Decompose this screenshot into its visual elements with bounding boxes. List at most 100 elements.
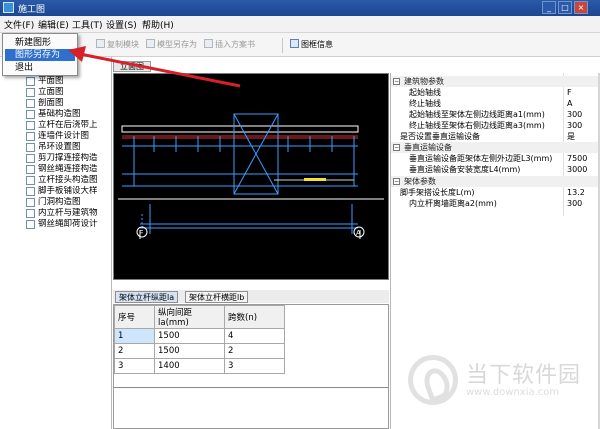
- save-model-as-button[interactable]: 模型另存为: [146, 39, 197, 50]
- table-cell[interactable]: 3: [224, 358, 285, 374]
- copy-module-button[interactable]: 复制模块: [96, 39, 139, 50]
- frame-icon: [290, 39, 299, 48]
- property-value[interactable]: F: [567, 87, 572, 98]
- checkbox[interactable]: [26, 165, 35, 174]
- property-value[interactable]: 300: [567, 120, 582, 131]
- property-row[interactable]: 终止轴线至架体右侧边线距离a3(mm) 300: [391, 120, 600, 131]
- tree-item[interactable]: 平面图: [4, 76, 110, 87]
- property-key: 脚手架搭设长度L(m): [400, 188, 475, 197]
- tree-item[interactable]: 立杆在后浇带上: [4, 120, 110, 131]
- file-menu-dropdown: 新建图形 图形另存为 退出: [2, 33, 78, 76]
- tab-lb-spacing[interactable]: 架体立杆横距lb: [185, 291, 249, 303]
- category-building[interactable]: − 建筑物参数: [391, 76, 600, 87]
- menu-item-save-drawing-as[interactable]: 图形另存为: [5, 49, 75, 61]
- table-cell[interactable]: 1: [114, 328, 155, 344]
- table-cell[interactable]: 1500: [154, 328, 225, 344]
- property-value[interactable]: 300: [567, 109, 582, 120]
- property-value[interactable]: 13.2: [567, 187, 585, 198]
- drawing-tab[interactable]: 立面图: [113, 61, 151, 72]
- checkbox[interactable]: [26, 176, 35, 185]
- tree-item[interactable]: 基础构造图: [4, 109, 110, 120]
- tree-item[interactable]: 脚手板铺设大样: [4, 186, 110, 197]
- frame-info-button[interactable]: 图框信息: [290, 39, 333, 50]
- tab-la-spacing[interactable]: 架体立杆纵距la: [115, 291, 179, 303]
- checkbox[interactable]: [26, 88, 35, 97]
- tree-item[interactable]: 内立杆与建筑物: [4, 208, 110, 219]
- property-value[interactable]: 是: [567, 131, 575, 142]
- checkbox[interactable]: [26, 198, 35, 207]
- collapse-icon[interactable]: −: [393, 78, 400, 85]
- table-row[interactable]: 3 1400 3: [114, 358, 285, 374]
- property-value[interactable]: A: [567, 98, 572, 109]
- property-row[interactable]: 脚手架搭设长度L(m) 13.2: [391, 187, 600, 198]
- checkbox[interactable]: [26, 121, 35, 130]
- checkbox[interactable]: [26, 154, 35, 163]
- tree-item[interactable]: 吊环设置图: [4, 142, 110, 153]
- tree-item[interactable]: 门洞构造图: [4, 197, 110, 208]
- category-label: 架体参数: [404, 177, 436, 186]
- checkbox[interactable]: [26, 77, 35, 86]
- insert-plan-button[interactable]: 插入方案书: [204, 39, 255, 50]
- tree-item[interactable]: 立面图: [4, 87, 110, 98]
- collapse-icon[interactable]: −: [393, 178, 400, 185]
- table-cell[interactable]: 4: [224, 328, 285, 344]
- table-cell[interactable]: 1400: [154, 358, 225, 374]
- property-value[interactable]: 3000: [567, 164, 587, 175]
- table-row[interactable]: 2 1500 2: [114, 343, 285, 359]
- property-row[interactable]: 起始轴线 F: [391, 87, 600, 98]
- checkbox[interactable]: [26, 187, 35, 196]
- tree-item[interactable]: 连墙件设计图: [4, 131, 110, 142]
- tree-item-label: 内立杆与建筑物: [38, 208, 98, 218]
- toolbar-divider: [282, 38, 283, 53]
- category-label: 建筑物参数: [404, 77, 444, 86]
- category-label: 垂直运输设备: [404, 143, 452, 152]
- checkbox[interactable]: [26, 110, 35, 119]
- app-icon: [3, 2, 14, 13]
- property-key: 起始轴线: [409, 88, 441, 97]
- property-row[interactable]: 起始轴线至架体左侧边线距离a1(mm) 300: [391, 109, 600, 120]
- column-header: 序号: [114, 305, 155, 329]
- maximize-button[interactable]: □: [558, 1, 572, 14]
- bottom-tab-strip: 架体立杆纵距la 架体立杆横距lb: [113, 290, 389, 303]
- property-value[interactable]: 7500: [567, 153, 587, 164]
- property-row[interactable]: 垂直运输设备安装宽度L4(mm) 3000: [391, 164, 600, 175]
- menu-settings[interactable]: 设置(S): [106, 18, 137, 31]
- menu-item-exit[interactable]: 退出: [5, 62, 75, 74]
- property-value[interactable]: 300: [567, 198, 582, 209]
- checkbox[interactable]: [26, 132, 35, 141]
- close-button[interactable]: ×: [574, 1, 588, 14]
- tree-item[interactable]: 剖面图: [4, 98, 110, 109]
- tree-item[interactable]: 立杆接头构造图: [4, 175, 110, 186]
- table-cell[interactable]: 2: [224, 343, 285, 359]
- checkbox[interactable]: [26, 99, 35, 108]
- tree-item[interactable]: 钢丝绳连接构造: [4, 164, 110, 175]
- category-vertical-transport[interactable]: − 垂直运输设备: [391, 142, 600, 153]
- menu-file[interactable]: 文件(F): [4, 18, 34, 31]
- menu-item-new-drawing[interactable]: 新建图形: [5, 37, 75, 49]
- tree-item[interactable]: 剪刀撑连接构造: [4, 153, 110, 164]
- minimize-button[interactable]: _: [542, 1, 556, 14]
- table-cell[interactable]: 2: [114, 343, 155, 359]
- drawing-canvas[interactable]: F A: [113, 73, 389, 280]
- property-row[interactable]: 终止轴线 A: [391, 98, 600, 109]
- tree-item-label: 钢丝绳连接构造: [38, 164, 98, 174]
- menu-help[interactable]: 帮助(H): [142, 18, 174, 31]
- title-bar: 施工图 _ □ ×: [0, 0, 600, 16]
- table-row[interactable]: 1 1500 4: [114, 328, 285, 344]
- tree-item[interactable]: 钢丝绳卸荷设计: [4, 219, 110, 230]
- property-row[interactable]: 内立杆离墙距离a2(mm) 300: [391, 198, 600, 209]
- menu-tools[interactable]: 工具(T): [72, 18, 103, 31]
- category-frame[interactable]: − 架体参数: [391, 176, 600, 187]
- property-row[interactable]: 是否设置垂直运输设备 是: [391, 131, 600, 142]
- checkbox[interactable]: [26, 143, 35, 152]
- tree-item-label: 平面图: [38, 76, 64, 86]
- insert-plan-label: 插入方案书: [215, 40, 255, 49]
- property-row[interactable]: 垂直运输设备距架体左侧外边距L3(mm) 7500: [391, 153, 600, 164]
- grid-divider: [114, 387, 388, 388]
- table-cell[interactable]: 1500: [154, 343, 225, 359]
- menu-edit[interactable]: 编辑(E): [38, 18, 69, 31]
- checkbox[interactable]: [26, 209, 35, 218]
- checkbox[interactable]: [26, 220, 35, 229]
- table-cell[interactable]: 3: [114, 358, 155, 374]
- collapse-icon[interactable]: −: [393, 144, 400, 151]
